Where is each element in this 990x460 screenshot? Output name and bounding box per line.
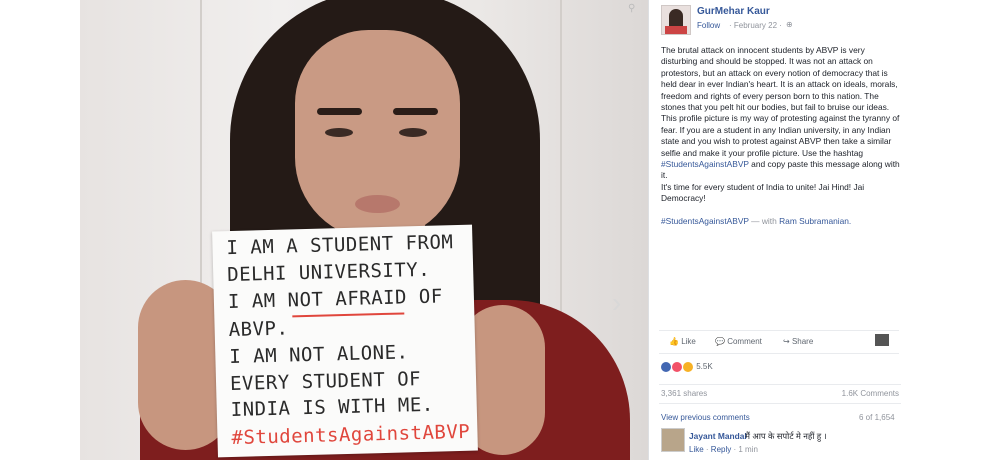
protest-sign: I AM A STUDENT FROM DELHI UNIVERSITY. I … <box>212 224 478 458</box>
brow-left <box>317 108 362 115</box>
like-button[interactable]: 👍 Like <box>669 337 696 346</box>
like-reaction-icon <box>661 362 671 372</box>
post-footer: #StudentsAgainstABVP — with Ram Subraman… <box>661 215 852 226</box>
globe-icon: ⊕ <box>786 20 793 29</box>
post-date[interactable]: · February 22 · <box>729 21 782 30</box>
sign-line: ABVP. <box>228 317 289 342</box>
share-button[interactable]: ↪ Share <box>783 337 813 346</box>
comments-count[interactable]: 1.6K Comments <box>842 389 899 398</box>
next-photo-icon[interactable]: › <box>612 289 628 317</box>
sign-line: DELHI UNIVERSITY. <box>226 258 431 287</box>
options-icon[interactable]: ⚲ <box>628 3 635 14</box>
commenter-name[interactable]: Jayant Mandal <box>689 431 747 441</box>
face <box>295 30 460 240</box>
eye-left <box>325 128 353 137</box>
page-selector-avatar[interactable] <box>875 334 889 346</box>
comment-counter: 6 of 1,654 <box>859 413 895 422</box>
post-paragraph: The brutal attack on innocent students b… <box>661 45 898 113</box>
sign-line: EVERY STUDENT OF <box>229 368 422 396</box>
page-margin <box>908 0 990 460</box>
post-stats: 3,361 shares 1.6K Comments <box>659 384 901 404</box>
lips <box>355 195 400 213</box>
hashtag-link[interactable]: #StudentsAgainstABVP <box>661 159 749 169</box>
comment-button[interactable]: 💬 Comment <box>715 337 762 346</box>
post-text: The brutal attack on innocent students b… <box>661 45 901 227</box>
post-photo[interactable]: I AM A STUDENT FROM DELHI UNIVERSITY. I … <box>80 0 648 460</box>
sign-line: INDIA IS WITH ME. <box>230 393 434 422</box>
post-paragraph: This profile picture is my way of protes… <box>661 113 900 181</box>
reaction-summary[interactable]: 5.5K <box>661 362 713 372</box>
reaction-count: 5.5K <box>696 362 713 372</box>
brow-right <box>393 108 438 115</box>
sign-hashtag: #StudentsAgainstABVP <box>231 420 471 450</box>
follow-link[interactable]: Follow <box>697 21 720 30</box>
post-paragraph: It's time for every student of India to … <box>661 181 865 204</box>
sign-line: I AM A STUDENT FROM <box>226 231 454 260</box>
commenter-avatar[interactable] <box>661 428 685 452</box>
eye-right <box>399 128 427 137</box>
comment-time: 1 min <box>738 445 758 454</box>
hashtag-link[interactable]: #StudentsAgainstABVP <box>661 216 749 226</box>
post-panel: GurMehar Kaur Follow · February 22 · ⊕ T… <box>648 0 909 460</box>
comment-like-link[interactable]: Like <box>689 445 704 454</box>
shares-count[interactable]: 3,361 shares <box>661 389 707 398</box>
haha-reaction-icon <box>683 362 693 372</box>
post-author[interactable]: GurMehar Kaur <box>697 6 770 17</box>
comment-meta: Like · Reply · 1 min <box>689 445 758 454</box>
sign-line: I AM NOT AFRAID OF <box>227 285 444 314</box>
comment-text: मैं आप के सपोर्ट मे नहीं हु । <box>745 431 827 441</box>
sign-underline <box>292 312 405 318</box>
avatar[interactable] <box>661 5 691 35</box>
comment-reply-link[interactable]: Reply <box>711 445 731 454</box>
action-bar: 👍 Like 💬 Comment ↪ Share <box>659 330 899 354</box>
love-reaction-icon <box>672 362 682 372</box>
tagged-person-link[interactable]: Ram Subramanian. <box>779 216 851 226</box>
sign-line: I AM NOT ALONE. <box>229 341 409 369</box>
view-previous-comments[interactable]: View previous comments <box>661 413 750 422</box>
